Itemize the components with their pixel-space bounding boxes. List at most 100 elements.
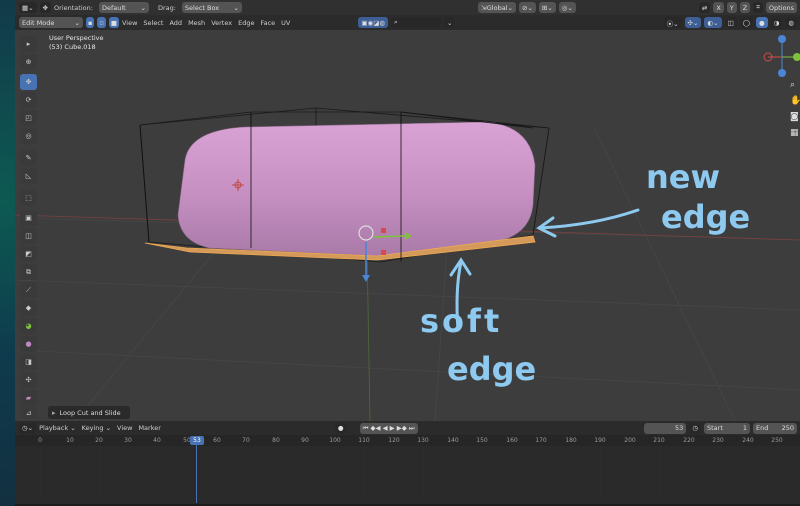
- select-tool[interactable]: ▸: [20, 36, 37, 52]
- timeline-editor-type[interactable]: ◷⌄: [19, 422, 37, 434]
- mode-dropdown[interactable]: Edit Mode ⌄: [19, 17, 83, 28]
- frame-tick: 160: [506, 437, 518, 444]
- camera-icon[interactable]: ◙: [790, 112, 799, 122]
- rotate-icon: ⟳: [25, 96, 32, 104]
- frame-tick: 180: [565, 437, 577, 444]
- extrude-icon: ▣: [25, 214, 32, 222]
- bevel-tool[interactable]: ◩: [20, 246, 37, 262]
- clock-icon[interactable]: ◷: [689, 422, 701, 434]
- axis-z-toggle[interactable]: Z: [739, 2, 751, 13]
- record-icon[interactable]: ●: [334, 422, 347, 434]
- current-frame-marker[interactable]: 53: [190, 436, 204, 445]
- inset-tool[interactable]: ◫: [20, 228, 37, 244]
- measure-tool[interactable]: ◺: [20, 168, 37, 184]
- zoom-icon[interactable]: ⌕: [790, 80, 795, 90]
- axis-x-toggle[interactable]: X: [713, 2, 724, 13]
- snap-dropdown[interactable]: ⊞⌄: [538, 2, 556, 13]
- search-icon: ⌕: [394, 18, 398, 26]
- proportional-edit-button[interactable]: ◎⌄: [558, 2, 576, 13]
- shading-wireframe[interactable]: ◯: [739, 17, 753, 28]
- grid-icon[interactable]: ▦: [790, 128, 799, 138]
- menu-timeline-view[interactable]: View: [117, 424, 132, 432]
- menu-vertex[interactable]: Vertex: [211, 19, 232, 27]
- timeline-body[interactable]: [15, 446, 800, 504]
- transform-space-dropdown[interactable]: ⇲ Global ⌄: [478, 2, 516, 13]
- shrink-icon: ✣: [25, 376, 32, 384]
- scale-tool[interactable]: ◰: [20, 110, 37, 126]
- shading-solid[interactable]: ●: [755, 17, 768, 28]
- menu-keying[interactable]: Keying ⌄: [82, 424, 111, 432]
- menu-select[interactable]: Select: [143, 19, 163, 27]
- playhead-line[interactable]: [196, 445, 197, 503]
- menu-playback[interactable]: Playback ⌄: [39, 424, 76, 432]
- menu-view[interactable]: View: [122, 19, 137, 27]
- loop-cut-tool[interactable]: ⧉: [20, 264, 37, 280]
- viewport-3d[interactable]: User Perspective (53) Cube.018 new edge …: [15, 30, 800, 421]
- pan-hand-icon[interactable]: ✋: [790, 96, 800, 106]
- transform-icon: ◎: [25, 132, 32, 140]
- frame-tick: 30: [124, 437, 132, 444]
- face-select-mode[interactable]: ■: [108, 17, 119, 28]
- orientation-dropdown[interactable]: Default ⌄: [98, 2, 149, 13]
- mirror-icon[interactable]: ⇄: [698, 2, 711, 13]
- frame-gridline: [40, 446, 41, 502]
- options-button[interactable]: Options: [765, 2, 797, 13]
- timeline-ruler[interactable]: [15, 435, 800, 446]
- tool-settings-icon[interactable]: ⌗: [753, 2, 763, 13]
- axis-y-toggle[interactable]: Y: [726, 2, 737, 13]
- knife-icon: ⟋: [26, 285, 31, 294]
- smooth-tool[interactable]: ●: [20, 336, 37, 352]
- end-frame-field[interactable]: End 250: [753, 422, 797, 434]
- search-field[interactable]: ⌕: [391, 17, 442, 28]
- frame-tick: 110: [358, 437, 370, 444]
- frame-gridline: [99, 446, 100, 502]
- gizmo-toggle[interactable]: ✣⌄: [684, 17, 702, 28]
- extrude-tool[interactable]: ▣: [20, 210, 37, 226]
- poly-build-tool[interactable]: ◆: [20, 300, 37, 316]
- menu-marker[interactable]: Marker: [138, 424, 160, 432]
- edge-select-mode[interactable]: ▫: [97, 17, 106, 28]
- add-cube-tool[interactable]: ⬚: [20, 190, 37, 206]
- desktop-wallpaper-strip: [0, 0, 15, 506]
- overlay-toggle[interactable]: ◐⌄: [704, 17, 722, 28]
- xray-toggle[interactable]: ◫: [724, 17, 737, 28]
- frame-tick: 80: [272, 437, 280, 444]
- vertex-select-mode[interactable]: ▪: [86, 17, 95, 28]
- transform-tool[interactable]: ◎: [20, 128, 37, 144]
- menu-mesh[interactable]: Mesh: [188, 19, 205, 27]
- drag-dropdown[interactable]: Select Box ⌄: [181, 2, 242, 13]
- playback-controls[interactable]: ⏮ ◆◀ ◀ ▶ ▶◆ ⏭: [359, 422, 418, 434]
- cursor-tool[interactable]: ⊕: [20, 54, 37, 70]
- rotate-tool[interactable]: ⟳: [20, 92, 37, 108]
- menu-edge[interactable]: Edge: [238, 19, 254, 27]
- start-frame-field[interactable]: Start 1: [704, 422, 750, 434]
- shading-rendered[interactable]: ◍: [785, 17, 797, 28]
- current-frame-field[interactable]: 53: [644, 422, 687, 434]
- visibility-dropdown[interactable]: ⦿⌄: [663, 17, 682, 28]
- last-operator-panel[interactable]: ▸ Loop Cut and Slide: [48, 406, 130, 419]
- bevel-icon: ◩: [25, 250, 32, 258]
- menu-uv[interactable]: UV: [281, 19, 290, 27]
- collection-icons[interactable]: ▣◉◪◍: [358, 17, 389, 28]
- shading-material[interactable]: ◑: [770, 17, 783, 28]
- menu-add[interactable]: Add: [169, 19, 182, 27]
- shear-tool[interactable]: ▰: [20, 390, 37, 406]
- menu-face[interactable]: Face: [260, 19, 275, 27]
- pivot-dropdown[interactable]: ⊘⌄: [518, 2, 536, 13]
- tool-header: ▦⌄ ✥ Orientation: Default ⌄ Drag: Select …: [15, 0, 800, 15]
- frame-tick: 0: [38, 437, 42, 444]
- filter-dropdown[interactable]: ⌄: [444, 17, 456, 28]
- frame-tick: 120: [388, 437, 400, 444]
- frame-tick: 240: [742, 437, 754, 444]
- move-tool[interactable]: ✥: [20, 74, 37, 90]
- knife-tool[interactable]: ⟋: [20, 282, 37, 298]
- shrink-tool[interactable]: ✣: [20, 372, 37, 388]
- transform-gizmo-icon[interactable]: ✥: [39, 2, 52, 13]
- annotate-tool[interactable]: ✎: [20, 150, 37, 166]
- edge-slide-tool[interactable]: ◨: [20, 354, 37, 370]
- spin-tool[interactable]: ◕: [20, 318, 37, 334]
- frame-tick: 20: [95, 437, 103, 444]
- rip-tool[interactable]: ⊿: [20, 407, 37, 419]
- operator-name: Loop Cut and Slide: [59, 408, 121, 417]
- editor-type-button[interactable]: ▦⌄: [19, 2, 37, 13]
